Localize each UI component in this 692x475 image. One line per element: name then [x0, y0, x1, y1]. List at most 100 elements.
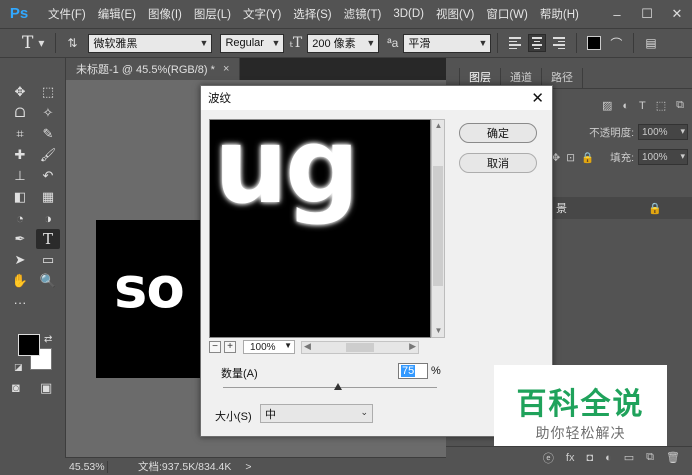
- dialog-title: 波纹: [208, 93, 231, 105]
- panels-toggle-icon[interactable]: ▤: [645, 36, 656, 50]
- amount-slider-thumb[interactable]: [334, 383, 343, 390]
- filter-shape-icon[interactable]: ⬚: [656, 99, 666, 112]
- delete-layer-icon[interactable]: 🗑: [666, 451, 680, 464]
- menu-select[interactable]: 选择(S): [287, 6, 337, 22]
- new-layer-icon[interactable]: ⧉: [646, 451, 654, 464]
- chevron-down-icon: ▼: [478, 37, 488, 48]
- document-info: 文档:937.5K/834.4K: [138, 461, 232, 473]
- preview-zoom-select[interactable]: 100% ▼: [243, 340, 295, 354]
- menu-layer[interactable]: 图层(L): [188, 6, 237, 22]
- ok-button[interactable]: 确定: [459, 123, 537, 143]
- menu-file[interactable]: 文件(F): [42, 6, 92, 22]
- healing-brush-tool-icon[interactable]: ✚: [8, 145, 32, 165]
- menu-edit[interactable]: 编辑(E): [92, 6, 142, 22]
- opacity-field[interactable]: 100% ▾: [638, 124, 688, 140]
- clone-stamp-tool-icon[interactable]: ⊥: [8, 166, 32, 186]
- scroll-right-icon[interactable]: ▶: [409, 341, 416, 352]
- marquee-tool-icon[interactable]: ⬚: [36, 82, 60, 102]
- filter-type-icon[interactable]: T: [639, 100, 646, 112]
- filter-image-icon[interactable]: ▨: [602, 99, 612, 112]
- text-color-swatch[interactable]: [587, 36, 602, 50]
- menu-3d[interactable]: 3D(D): [387, 8, 430, 20]
- filter-smart-icon[interactable]: ⧉: [676, 99, 684, 112]
- close-window-button[interactable]: ✕: [662, 0, 692, 28]
- menu-image[interactable]: 图像(I): [142, 6, 188, 22]
- text-orientation-icon[interactable]: ⇅: [67, 36, 77, 50]
- scrollbar-thumb[interactable]: [346, 342, 374, 352]
- font-size-select[interactable]: 200 像素 ▼: [307, 33, 380, 53]
- dialog-titlebar[interactable]: 波纹 ✕: [201, 86, 552, 110]
- gradient-tool-icon[interactable]: ▦: [36, 187, 60, 207]
- document-tab-title: 未标题-1 @ 45.5%(RGB/8) *: [76, 64, 215, 76]
- preview-vertical-scrollbar[interactable]: ▲ ▼: [431, 119, 445, 338]
- crop-tool-icon[interactable]: ⌗: [8, 124, 32, 144]
- zoom-in-button[interactable]: +: [224, 341, 236, 353]
- add-mask-icon[interactable]: ◘: [586, 452, 593, 464]
- amount-slider[interactable]: [223, 387, 437, 388]
- size-select[interactable]: 中 ⌄: [260, 404, 373, 423]
- eyedropper-tool-icon[interactable]: ✎: [36, 124, 60, 144]
- quick-mask-icon[interactable]: ◙: [12, 380, 20, 395]
- menu-help[interactable]: 帮助(H): [534, 6, 585, 22]
- anti-alias-select[interactable]: 平滑 ▼: [403, 33, 492, 53]
- pen-tool-icon[interactable]: ✒: [8, 229, 32, 249]
- blur-tool-icon[interactable]: ◔: [8, 208, 32, 228]
- foreground-color-swatch[interactable]: [18, 334, 40, 356]
- filter-adjustment-icon[interactable]: ◐: [622, 100, 629, 112]
- cancel-button[interactable]: 取消: [459, 153, 537, 173]
- menu-view[interactable]: 视图(V): [430, 6, 480, 22]
- history-brush-tool-icon[interactable]: ↶: [36, 166, 60, 186]
- hand-tool-icon[interactable]: ✋: [8, 271, 32, 291]
- align-right-button[interactable]: [550, 34, 568, 52]
- maximize-button[interactable]: ☐: [632, 0, 662, 28]
- adjustment-layer-icon[interactable]: ◐: [605, 452, 612, 464]
- minimize-button[interactable]: –: [602, 0, 632, 28]
- type-tool-icon[interactable]: T: [36, 229, 60, 249]
- document-tab[interactable]: 未标题-1 @ 45.5%(RGB/8) * ×: [66, 58, 241, 80]
- tool-preset-caret-icon[interactable]: ▾: [38, 36, 44, 50]
- font-size-icon: ₜT: [289, 35, 303, 51]
- menu-window[interactable]: 窗口(W): [480, 6, 534, 22]
- opacity-row: 不透明度: 100% ▾: [589, 124, 688, 140]
- preview-zoom-value: 100%: [250, 341, 276, 353]
- chevron-down-icon: ⌄: [360, 407, 368, 417]
- swap-colors-icon[interactable]: ⇄: [44, 334, 52, 345]
- font-style-select[interactable]: Regular ▼: [220, 33, 285, 53]
- menu-filter[interactable]: 滤镜(T): [338, 6, 388, 22]
- align-left-button[interactable]: [506, 34, 524, 52]
- scroll-up-icon[interactable]: ▲: [433, 120, 444, 132]
- scroll-left-icon[interactable]: ◀: [304, 341, 311, 352]
- rectangle-tool-icon[interactable]: ▭: [36, 250, 60, 270]
- type-tool-preset-icon[interactable]: T: [22, 33, 33, 53]
- zoom-level[interactable]: 45.53%: [66, 460, 108, 473]
- default-colors-icon[interactable]: ◪: [14, 362, 23, 373]
- scroll-down-icon[interactable]: ▼: [433, 325, 444, 337]
- close-icon[interactable]: ✕: [531, 89, 544, 107]
- scrollbar-thumb[interactable]: [433, 166, 443, 286]
- screen-mode-icon[interactable]: ▣: [40, 380, 52, 396]
- zoom-tool-icon[interactable]: 🔍: [36, 271, 60, 291]
- eraser-tool-icon[interactable]: ◧: [8, 187, 32, 207]
- amount-input[interactable]: 75: [398, 363, 428, 379]
- magic-wand-tool-icon[interactable]: ✧: [36, 103, 60, 123]
- new-group-icon[interactable]: ▭: [624, 451, 634, 464]
- chevron-down-icon: ▼: [284, 341, 292, 350]
- filter-preview[interactable]: ug: [209, 119, 431, 338]
- font-family-select[interactable]: 微软雅黑 ▼: [88, 33, 213, 53]
- preview-horizontal-scrollbar[interactable]: ◀ ▶: [301, 340, 419, 354]
- layer-style-icon[interactable]: fx: [566, 452, 575, 464]
- menu-type[interactable]: 文字(Y): [237, 6, 287, 22]
- dodge-tool-icon[interactable]: ◑: [36, 208, 60, 228]
- zoom-out-button[interactable]: −: [209, 341, 221, 353]
- brush-tool-icon[interactable]: 🖌: [36, 145, 60, 165]
- status-menu-arrow[interactable]: >: [245, 461, 251, 473]
- link-layers-icon[interactable]: ⓔ: [543, 450, 554, 466]
- fill-field[interactable]: 100% ▾: [638, 149, 688, 165]
- move-tool-icon[interactable]: ✥: [8, 82, 32, 102]
- align-center-button[interactable]: [528, 34, 547, 52]
- lasso-tool-icon[interactable]: ᗝ: [8, 103, 32, 123]
- close-tab-icon[interactable]: ×: [223, 63, 229, 75]
- warp-text-icon[interactable]: ⌒: [610, 35, 622, 52]
- edit-toolbar-icon[interactable]: ···: [8, 292, 32, 312]
- path-selection-tool-icon[interactable]: ➤: [8, 250, 32, 270]
